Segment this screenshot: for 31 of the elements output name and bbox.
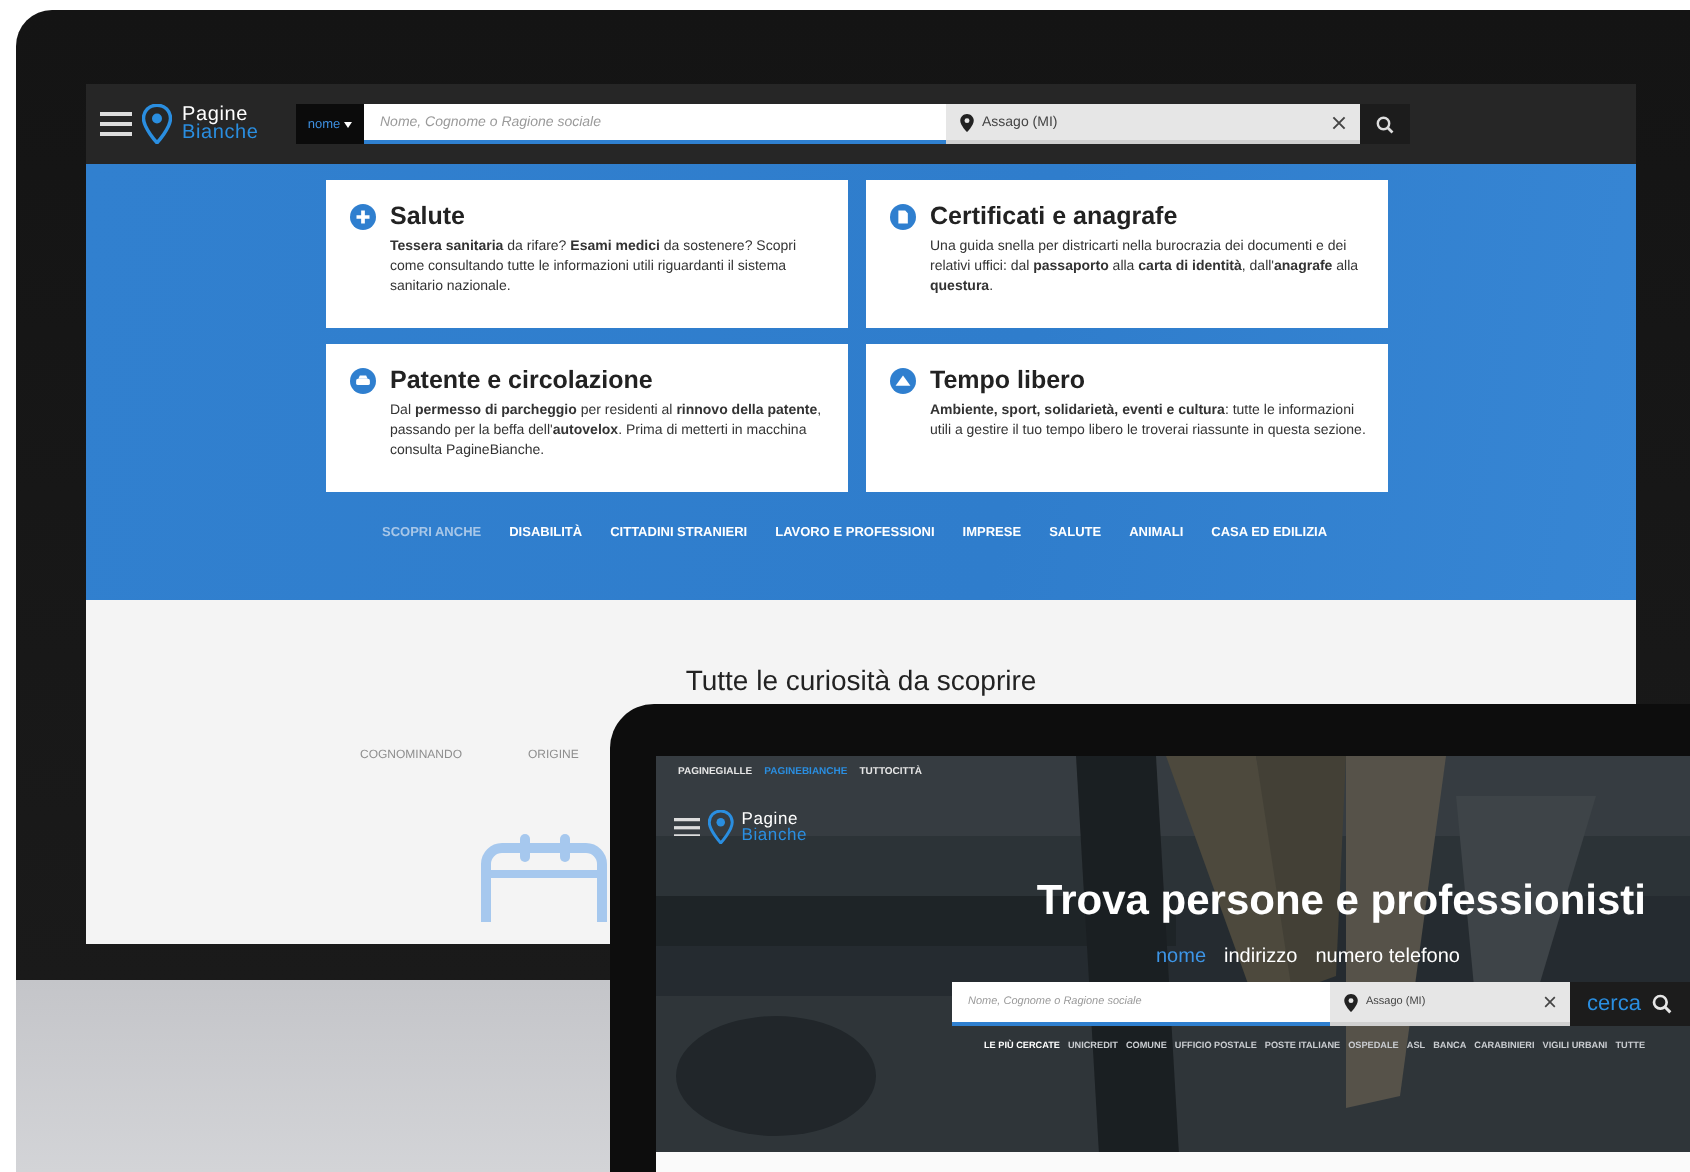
search-icon [1652, 994, 1673, 1014]
plus-icon [350, 204, 376, 230]
menu-icon[interactable] [674, 817, 700, 837]
menu-icon[interactable] [100, 112, 132, 136]
search-button[interactable] [1360, 104, 1410, 144]
card-title: Tempo libero [930, 366, 1088, 394]
card-title: Salute [390, 202, 468, 230]
pin-logo-icon [708, 810, 734, 844]
location-pin-icon [960, 113, 974, 131]
card-title: Certificati e anagrafe [930, 202, 1180, 230]
search-icon [1376, 115, 1394, 133]
mountain-icon [890, 368, 916, 394]
section-title: Tutte le curiosità da scoprire [685, 664, 1037, 696]
calendar-icon [480, 830, 608, 922]
logo-text: Pagine [741, 811, 799, 827]
card-title: Patente e circolazione [390, 366, 655, 394]
search-tab[interactable]: numero telefono [1315, 946, 1460, 968]
search-tab[interactable]: indirizzo [1224, 946, 1298, 968]
clear-icon[interactable] [1544, 996, 1556, 1008]
caret-icon [344, 121, 353, 127]
clear-icon[interactable] [1332, 115, 1346, 129]
logo-text: Pagine [182, 106, 248, 124]
location-pin-icon [1344, 993, 1358, 1011]
headline: Trova persone e professionisti [1036, 878, 1646, 924]
document-icon [890, 204, 916, 230]
car-icon [350, 368, 376, 394]
search-tab[interactable]: nome [1156, 946, 1207, 968]
pin-logo-icon [142, 104, 172, 144]
logo-text: Bianche [741, 827, 808, 843]
logo-text: Bianche [182, 124, 259, 142]
search-button[interactable]: cerca [1570, 982, 1690, 1026]
